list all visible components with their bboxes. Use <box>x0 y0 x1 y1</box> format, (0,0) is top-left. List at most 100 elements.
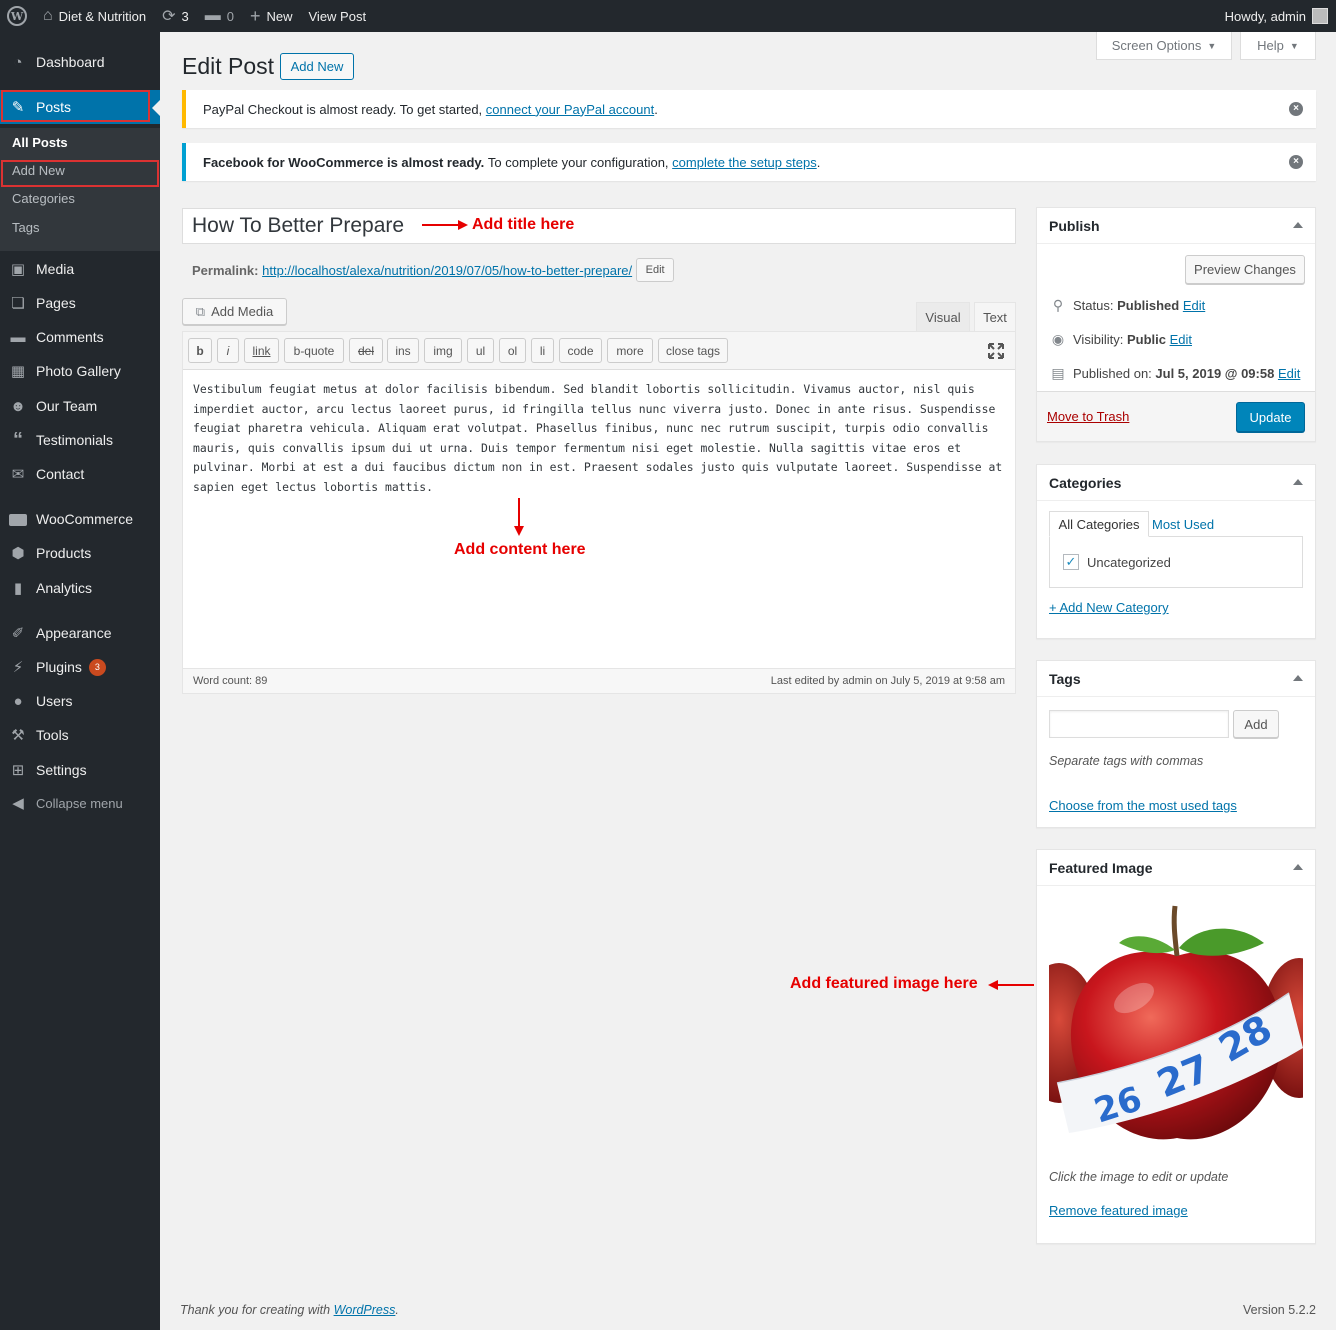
new-label: New <box>266 8 293 24</box>
wordpress-link[interactable]: WordPress <box>334 1303 396 1317</box>
qt-close-tags-button[interactable]: close tags <box>658 338 728 363</box>
setup-steps-link[interactable]: complete the setup steps <box>672 155 817 170</box>
preview-changes-button[interactable]: Preview Changes <box>1185 255 1305 284</box>
qt-bold-button[interactable]: b <box>188 338 212 363</box>
qt-ul-button[interactable]: ul <box>467 338 494 363</box>
move-to-trash-link[interactable]: Move to Trash <box>1047 409 1129 424</box>
menu-products[interactable]: ⬢ Products <box>0 536 160 570</box>
updates-link[interactable]: ⟳ 3 <box>154 0 197 32</box>
wp-logo-menu[interactable]: W <box>0 0 35 32</box>
qt-more-button[interactable]: more <box>607 338 653 363</box>
qt-italic-button[interactable]: i <box>217 338 239 363</box>
tab-text[interactable]: Text <box>974 302 1016 332</box>
categories-heading[interactable]: Categories <box>1037 465 1315 501</box>
qt-blockquote-button[interactable]: b-quote <box>284 338 344 363</box>
post-title-input[interactable]: How To Better Prepare <box>182 208 1016 244</box>
post-content-textarea[interactable]: Vestibulum feugiat metus at dolor facili… <box>193 380 1003 497</box>
menu-appearance[interactable]: ✐ Appearance <box>0 616 160 650</box>
qt-code-button[interactable]: code <box>559 338 602 363</box>
categories-box: Categories All Categories Most Used ✓ Un… <box>1036 464 1316 639</box>
menu-users[interactable]: ● Users <box>0 684 160 718</box>
connect-paypal-link[interactable]: connect your PayPal account <box>486 102 654 117</box>
collapse-icon: ◀ <box>12 795 24 812</box>
my-account-menu[interactable]: Howdy, admin <box>1225 8 1336 24</box>
help-button[interactable]: Help ▼ <box>1240 32 1316 60</box>
submenu-add-new[interactable]: Add New <box>0 156 160 184</box>
menu-posts[interactable]: ✎ Posts <box>0 90 160 124</box>
permalink-url[interactable]: http://localhost/alexa/nutrition/2019/07… <box>262 263 632 278</box>
updates-icon: ⟳ <box>162 8 176 25</box>
collapse-menu-button[interactable]: ◀ Collapse menu <box>0 786 160 820</box>
qt-li-button[interactable]: li <box>531 338 554 363</box>
page-title: Edit Post <box>182 53 275 79</box>
media-icon: ⧉ <box>195 303 206 319</box>
featured-image-heading[interactable]: Featured Image <box>1037 850 1315 886</box>
qt-label: ol <box>507 343 518 358</box>
qt-link-button[interactable]: link <box>244 338 279 363</box>
update-button[interactable]: Update <box>1236 402 1305 432</box>
pages-icon: ❏ <box>11 295 25 312</box>
qt-del-button[interactable]: del <box>349 338 383 363</box>
menu-dashboard[interactable]: ◔ Dashboard <box>0 45 160 79</box>
comments-link[interactable]: ▬ 0 <box>197 0 242 32</box>
tab-most-used[interactable]: Most Used <box>1152 511 1232 537</box>
qt-img-button[interactable]: img <box>424 338 462 363</box>
menu-label: Collapse menu <box>36 795 123 811</box>
collapse-arrow-icon[interactable] <box>1293 864 1303 870</box>
menu-media[interactable]: ▣ Media <box>0 252 160 286</box>
menu-tools[interactable]: ⚒ Tools <box>0 718 160 752</box>
menu-our-team[interactable]: ☻ Our Team <box>0 389 160 423</box>
menu-photo-gallery[interactable]: ▦ Photo Gallery <box>0 354 160 388</box>
qt-ol-button[interactable]: ol <box>499 338 526 363</box>
tab-label: Visual <box>925 310 961 325</box>
menu-woocommerce[interactable]: WooCommerce <box>0 502 160 536</box>
submenu-tags[interactable]: Tags <box>0 213 160 241</box>
submenu-all-posts[interactable]: All Posts <box>0 128 160 156</box>
tab-label: Text <box>983 310 1007 325</box>
screen-options-button[interactable]: Screen Options ▼ <box>1096 32 1232 60</box>
plus-icon: + <box>249 5 261 26</box>
edit-permalink-button[interactable]: Edit <box>636 258 675 282</box>
qt-ins-button[interactable]: ins <box>387 338 419 363</box>
site-name-link[interactable]: ⌂ Diet & Nutrition <box>35 0 154 32</box>
menu-analytics[interactable]: ▮ Analytics <box>0 571 160 605</box>
active-arrow <box>152 100 160 116</box>
collapse-arrow-icon[interactable] <box>1293 222 1303 228</box>
view-post-link[interactable]: View Post <box>301 0 375 32</box>
remove-featured-image-link[interactable]: Remove featured image <box>1049 1203 1188 1218</box>
dismiss-icon[interactable]: × <box>1289 155 1303 169</box>
edit-date-link[interactable]: Edit <box>1278 366 1300 381</box>
fullscreen-icon[interactable] <box>987 342 1005 360</box>
tab-visual[interactable]: Visual <box>916 302 970 332</box>
choose-tags-link[interactable]: Choose from the most used tags <box>1049 798 1237 813</box>
add-media-button[interactable]: ⧉ Add Media <box>182 298 287 325</box>
menu-pages[interactable]: ❏ Pages <box>0 286 160 320</box>
edit-visibility-link[interactable]: Edit <box>1170 332 1192 347</box>
menu-comments[interactable]: ▬ Comments <box>0 320 160 354</box>
post-title-value: How To Better Prepare <box>192 214 405 237</box>
submenu-categories[interactable]: Categories <box>0 184 160 212</box>
publish-heading[interactable]: Publish <box>1037 208 1315 244</box>
dismiss-icon[interactable]: × <box>1289 102 1303 116</box>
add-new-post-button[interactable]: Add New <box>280 53 354 80</box>
edit-status-link[interactable]: Edit <box>1183 298 1205 313</box>
featured-image-thumbnail[interactable]: 26 27 28 <box>1049 898 1303 1153</box>
editor-status-bar: Word count: 89 Last edited by admin on J… <box>183 668 1015 693</box>
add-tag-button[interactable]: Add <box>1233 710 1279 738</box>
checkbox-checked-icon[interactable]: ✓ <box>1063 554 1079 570</box>
menu-settings[interactable]: ⊞ Settings <box>0 753 160 787</box>
collapse-arrow-icon[interactable] <box>1293 479 1303 485</box>
menu-contact[interactable]: ✉ Contact <box>0 457 160 491</box>
category-item[interactable]: ✓ Uncategorized <box>1063 554 1171 570</box>
tab-all-categories[interactable]: All Categories <box>1049 511 1149 537</box>
add-new-category-link[interactable]: + Add New Category <box>1049 600 1169 615</box>
qt-label: code <box>567 343 594 358</box>
menu-plugins[interactable]: ⚡ Plugins 3 <box>0 650 160 684</box>
tag-input[interactable] <box>1049 710 1229 738</box>
collapse-arrow-icon[interactable] <box>1293 675 1303 681</box>
visibility-value: Public <box>1126 332 1166 347</box>
tags-heading[interactable]: Tags <box>1037 661 1315 697</box>
menu-testimonials[interactable]: “ Testimonials <box>0 423 160 457</box>
new-content-link[interactable]: + New <box>242 0 301 32</box>
status-row: ⚲ Status: Published Edit <box>1049 297 1205 314</box>
